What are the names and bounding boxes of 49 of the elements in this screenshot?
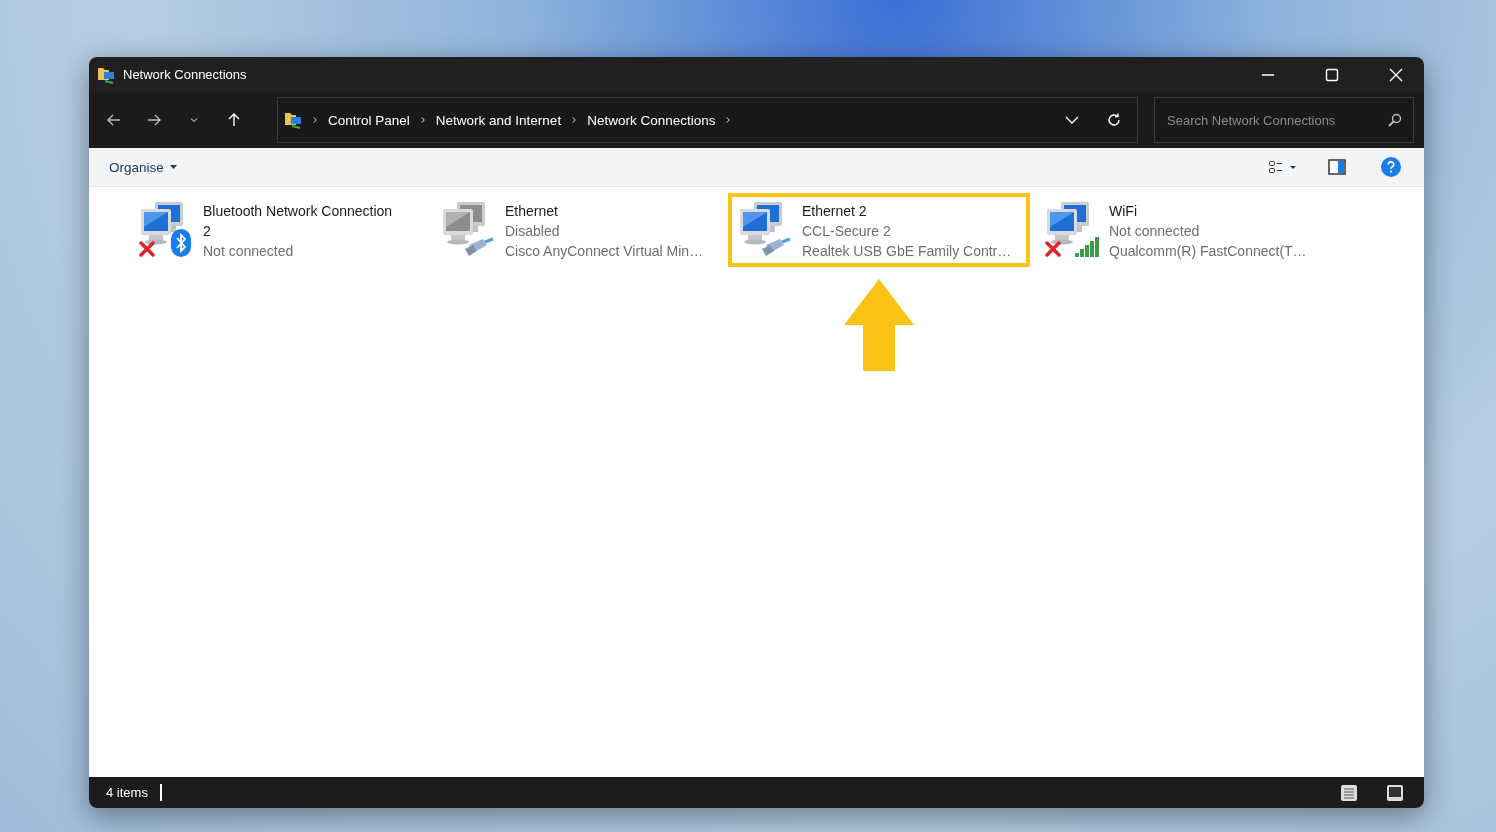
connection-status: Not connected (203, 242, 295, 261)
connection-status: CCL-Secure 2 (802, 222, 892, 241)
connection-item[interactable]: WiFi Not connected Qualcomm(R) FastConnect(T… (1035, 193, 1337, 267)
signal-bars-icon (1075, 235, 1101, 257)
search-icon (1387, 112, 1403, 128)
cross-icon (139, 241, 155, 257)
connection-name: Ethernet 2 (802, 202, 868, 221)
search-box[interactable]: Search Network Connections (1154, 97, 1414, 143)
back-arrow-icon (106, 112, 122, 128)
connection-status: Not connected (1109, 222, 1201, 241)
breadcrumb-link[interactable]: Network and Internet (435, 112, 562, 128)
connection-name: Ethernet (505, 202, 559, 221)
organise-menu-button[interactable]: Organise (103, 155, 183, 179)
up-arrow-icon (226, 112, 242, 128)
cross-icon (1045, 241, 1061, 257)
caret-icon (169, 165, 177, 169)
view-options-icon (1268, 159, 1298, 175)
help-icon (1381, 157, 1401, 177)
breadcrumb-link[interactable]: Network Connections (587, 112, 716, 128)
networked-computers-icon (139, 201, 185, 245)
preview-pane-icon (1328, 159, 1346, 175)
details-view-icon (1340, 783, 1358, 802)
network-folder-icon (97, 65, 115, 84)
adapter-name: Cisco AnyConnect Virtual Min… (505, 242, 705, 261)
forward-arrow-icon (146, 112, 162, 128)
adapter-name: Realtek USB GbE Family Contr… (802, 242, 1013, 261)
text-cursor (159, 784, 162, 801)
refresh-icon (1106, 112, 1122, 128)
adapter-name: Qualcomm(R) FastConnect(T… (1109, 242, 1308, 261)
search-field[interactable]: Search Network Connections (1165, 111, 1387, 129)
bluetooth-icon (171, 229, 191, 257)
cable-plug-icon (463, 237, 495, 257)
address-bar[interactable]: Control Panel Network and Internet Network Connections (277, 97, 1138, 143)
breadcrumb-link[interactable]: Control Panel (328, 112, 410, 128)
connection-status: Disabled (505, 222, 561, 241)
maximize-icon (1324, 66, 1340, 83)
connection-item[interactable]: Bluetooth Network Connection 2 Not connected (129, 193, 431, 267)
cable-plug-icon (760, 237, 792, 257)
networked-computers-icon (1045, 201, 1091, 245)
connection-name: WiFi (1109, 202, 1138, 221)
minimize-icon (1262, 73, 1274, 76)
close-icon (1388, 66, 1404, 83)
connection-name: Bluetooth Network Connection 2 (203, 202, 394, 241)
item-count: 4 items (106, 785, 148, 800)
networked-computers-icon (738, 201, 784, 245)
network-folder-icon (284, 111, 302, 129)
networked-computers-icon (441, 201, 487, 245)
tiles-view-icon (1386, 783, 1404, 802)
window-title: Network Connections (123, 67, 248, 82)
